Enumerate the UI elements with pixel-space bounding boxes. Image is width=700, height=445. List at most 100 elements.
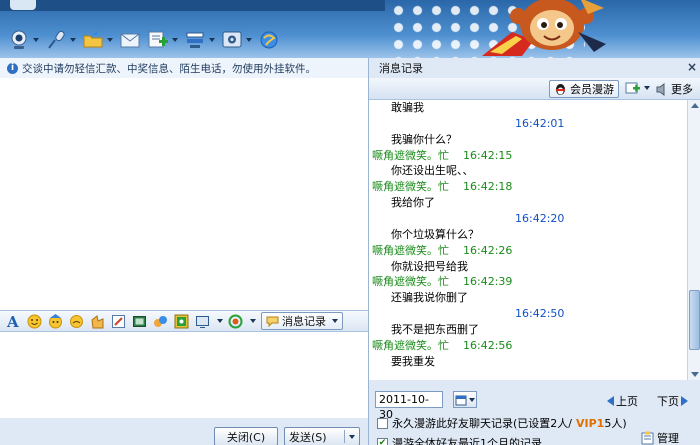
chat-toolbar (8, 28, 280, 52)
history-message: 我给你了 (391, 196, 435, 210)
message-display[interactable] (0, 78, 368, 310)
music-button[interactable] (172, 312, 190, 330)
history-message: 我骗你什么？ (391, 132, 457, 146)
history-sender-line: 噘角遮微笑。忙 16:42:56 (372, 338, 512, 353)
info-icon: i (7, 62, 18, 74)
title-bar (0, 0, 385, 11)
cast-dropdown-caret[interactable] (217, 319, 223, 323)
lucky-icon (153, 315, 167, 327)
sender-name: 噘角遮微笑。忙 (372, 338, 449, 352)
shake-button[interactable] (67, 312, 85, 330)
vip1-badge: VIP1 (576, 416, 605, 430)
history-timestamp: 16:42:01 (515, 116, 565, 130)
history-panel-title-text: 消息记录 (379, 62, 423, 75)
month-roam-checkbox[interactable]: ✔ (377, 437, 388, 445)
apps-button[interactable] (147, 28, 178, 52)
security-notice: i 交谈中请勿轻信汇款、中奖信息、陌生电话，勿使用外挂软件。 (0, 58, 368, 78)
history-scrollbar[interactable] (687, 100, 700, 380)
arrow-left-icon (607, 396, 614, 406)
scroll-thumb[interactable] (689, 290, 700, 350)
calendar-button[interactable] (453, 391, 477, 408)
history-message: 你还设出生呢、、 (391, 164, 474, 178)
month-roam-option[interactable]: ✔ 漫游全体好友最近1个月的记录 (377, 435, 542, 445)
history-message: 你就设把号给我 (391, 259, 468, 273)
send-button-label: 发送(S) (289, 430, 327, 444)
webcam-icon (11, 30, 27, 49)
music-icon (174, 314, 188, 328)
chat-bubble-icon (266, 316, 279, 327)
history-sender-line: 噘角遮微笑。忙 16:42:18 (372, 179, 512, 194)
sender-name: 噘角遮微笑。忙 (372, 275, 449, 289)
history-message: 敢骗我 (391, 101, 424, 114)
webcam-button[interactable] (8, 28, 39, 52)
font-icon: A (6, 314, 19, 329)
close-icon[interactable]: × (687, 60, 697, 74)
emoticon-button[interactable] (25, 312, 43, 330)
picture-button[interactable] (119, 28, 141, 52)
sender-timestamp: 16:42:26 (463, 243, 513, 257)
history-sender-line: 噘角遮微笑。忙 16:42:15 (372, 148, 512, 163)
qq-penguin-icon (556, 83, 565, 95)
microphone-icon (48, 30, 65, 49)
cast-button[interactable] (193, 312, 211, 330)
svg-text:A: A (6, 314, 19, 329)
next-page-label: 下页 (657, 395, 679, 408)
window-header (0, 0, 700, 58)
permanent-roam-text-a: 永久漫游此好友聊天记录(已设置2人/ (392, 417, 572, 430)
theme-dropdown-caret[interactable] (250, 319, 256, 323)
font-button[interactable]: A (4, 312, 22, 330)
message-input[interactable] (0, 332, 368, 418)
next-page-link[interactable]: 下页 (657, 393, 688, 409)
magic-face-button[interactable] (46, 312, 64, 330)
manage-label: 管理 (657, 432, 679, 445)
history-message: 你个垃圾算什么？ (391, 227, 479, 241)
theme-button[interactable] (226, 312, 244, 330)
permanent-roam-text-b: 5人) (604, 417, 627, 430)
settings-icon (222, 31, 242, 48)
lucky-button[interactable] (151, 312, 169, 330)
history-sender-line: 噘角遮微笑。忙 16:42:26 (372, 243, 512, 258)
theme-icon (228, 314, 242, 328)
history-message: 我不是把东西删了 (391, 322, 479, 336)
permanent-roam-option[interactable]: 永久漫游此好友聊天记录(已设置2人/VIP1 5人) (377, 415, 627, 431)
sender-timestamp: 16:42:56 (463, 338, 513, 352)
vip-roam-label: 会员漫游 (570, 83, 614, 96)
speaker-icon (656, 82, 665, 96)
doodle-icon (111, 314, 125, 328)
group-button[interactable] (184, 28, 215, 52)
permanent-roam-checkbox[interactable] (377, 417, 388, 429)
window-icon[interactable] (10, 0, 36, 10)
history-toolbar: 会员漫游 更多 (369, 78, 700, 100)
history-timestamp: 16:42:50 (515, 307, 565, 321)
scroll-up-arrow[interactable] (691, 103, 699, 108)
vip-roam-button[interactable]: 会员漫游 (549, 80, 619, 98)
prev-page-label: 上页 (616, 395, 638, 408)
history-footer: 2011-10-30 上页 下页 (369, 388, 700, 421)
image-icon (120, 33, 140, 48)
date-field[interactable]: 2011-10-30 (375, 391, 443, 421)
send-options-chevron-icon[interactable] (349, 435, 355, 439)
settings-button[interactable] (221, 28, 252, 52)
more-button[interactable]: 更多 (655, 81, 693, 97)
shake-icon (69, 314, 83, 328)
month-roam-text: 漫游全体好友最近1个月的记录 (392, 437, 542, 445)
history-list[interactable]: 敢骗我 16:42:01 我骗你什么？ 噘角遮微笑。忙 16:42:15 你还设出生呢、、… (369, 100, 687, 380)
manage-button[interactable]: 管理 (641, 430, 679, 445)
group-icon (186, 32, 204, 48)
close-button-label: 关闭(C) (226, 430, 266, 444)
prev-page-link[interactable]: 上页 (607, 393, 638, 409)
calendar-icon (455, 395, 467, 405)
screenshot-button[interactable] (130, 312, 148, 330)
send-button[interactable]: 发送(S) (284, 427, 360, 445)
close-button[interactable]: 关闭(C) (214, 427, 278, 445)
magic-face-icon (48, 313, 62, 328)
voice-button[interactable] (45, 28, 76, 52)
doodle-button[interactable] (109, 312, 127, 330)
send-file-button[interactable] (82, 28, 113, 52)
message-history-button[interactable]: 消息记录 (261, 312, 343, 330)
history-add-button[interactable] (625, 81, 650, 95)
scroll-down-arrow[interactable] (691, 372, 699, 377)
gift-button[interactable] (88, 312, 106, 330)
qzone-button[interactable] (258, 28, 280, 52)
sender-name: 噘角遮微笑。忙 (372, 180, 449, 194)
